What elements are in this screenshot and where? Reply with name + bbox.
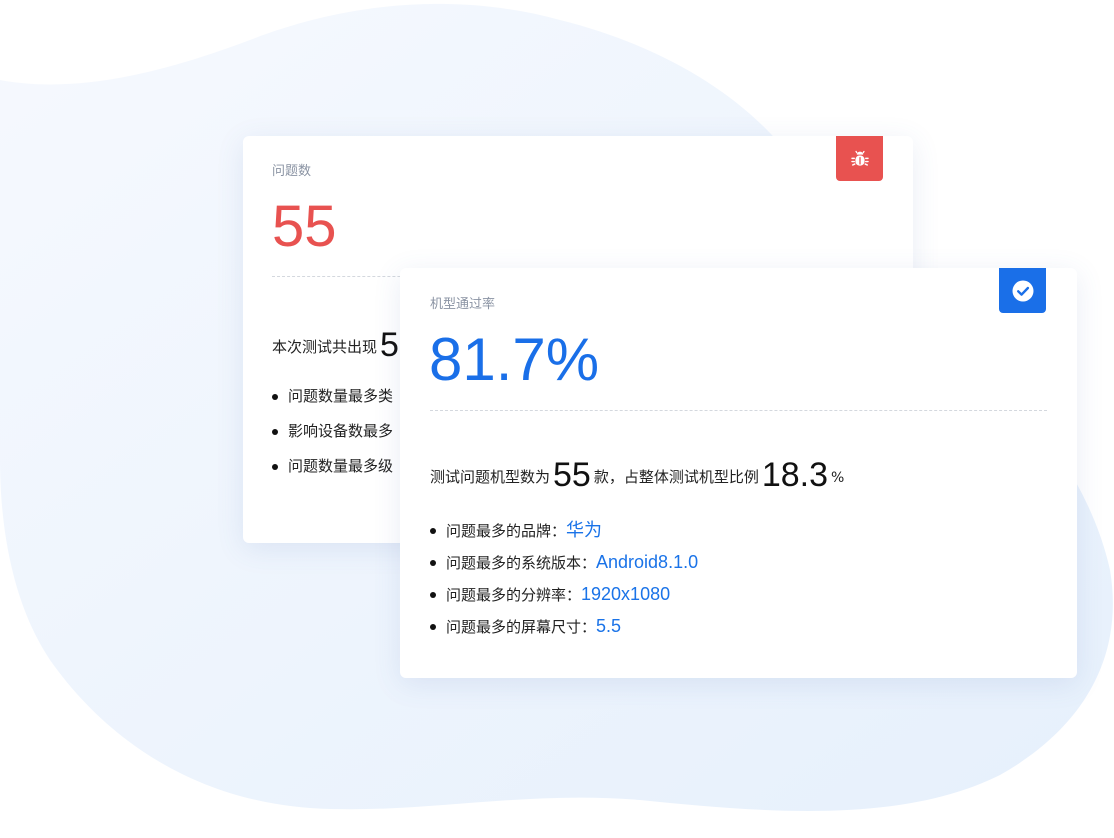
stat-value: 华为 bbox=[566, 520, 603, 540]
summary-ratio: 18.3 bbox=[761, 456, 829, 494]
issues-summary-prefix: 本次测试共出现 bbox=[272, 338, 378, 356]
stat-item-screen-size: 问题最多的屏幕尺寸：5.5 bbox=[430, 610, 698, 642]
issues-count: 55 bbox=[272, 194, 337, 259]
stat-item-brand: 问题最多的品牌：华为 bbox=[430, 514, 698, 546]
check-circle-icon bbox=[1012, 280, 1033, 301]
pass-rate-label: 机型通过率 bbox=[430, 297, 496, 312]
issues-list-item: 影响设备数最多 bbox=[272, 415, 393, 447]
stat-item-resolution: 问题最多的分辨率：1920x1080 bbox=[430, 578, 698, 610]
summary-unit: % bbox=[831, 470, 845, 486]
stat-label: 问题最多的系统版本： bbox=[446, 554, 597, 572]
illustration-stage: 问题数 55 本次测试共出现5 问题数量最多类 影响设备数最多 问题数量最多级 bbox=[0, 0, 1114, 838]
bug-icon bbox=[850, 150, 869, 166]
stat-label: 问题最多的品牌： bbox=[446, 522, 567, 540]
pass-rate-value: 81.7% bbox=[429, 326, 600, 393]
issues-list-item: 问题数量最多级 bbox=[272, 450, 393, 482]
stat-item-os-version: 问题最多的系统版本：Android8.1.0 bbox=[430, 546, 698, 578]
pass-rate-card: 机型通过率 81.7% 测试问题机型数为55 款，占整体测试机型比例18.3% 问… bbox=[400, 268, 1077, 678]
pass-rate-summary: 测试问题机型数为55 款，占整体测试机型比例18.3% bbox=[430, 456, 844, 495]
stat-value: Android8.1.0 bbox=[596, 552, 699, 572]
stat-label: 问题最多的分辨率： bbox=[446, 586, 582, 604]
summary-middle: 款，占整体测试机型比例 bbox=[593, 468, 759, 486]
issues-list-item: 问题数量最多类 bbox=[272, 380, 393, 412]
bug-badge bbox=[836, 136, 883, 181]
stat-label: 问题最多的屏幕尺寸： bbox=[446, 618, 597, 636]
summary-prefix: 测试问题机型数为 bbox=[430, 468, 551, 486]
pass-rate-stats-list: 问题最多的品牌：华为 问题最多的系统版本：Android8.1.0 问题最多的分… bbox=[430, 514, 698, 642]
stat-value: 1920x1080 bbox=[581, 584, 671, 604]
check-badge bbox=[999, 268, 1046, 313]
issues-summary: 本次测试共出现5 bbox=[272, 326, 402, 365]
stat-value: 5.5 bbox=[596, 616, 622, 636]
issues-summary-number: 5 bbox=[380, 326, 399, 364]
issues-list: 问题数量最多类 影响设备数最多 问题数量最多级 bbox=[272, 380, 393, 482]
issues-card-label: 问题数 bbox=[272, 164, 312, 179]
pass-rate-divider bbox=[430, 410, 1047, 411]
summary-models-count: 55 bbox=[553, 456, 591, 494]
